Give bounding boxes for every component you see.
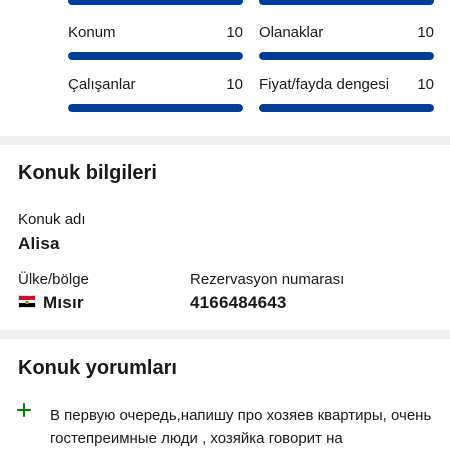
score-value: 10 bbox=[226, 76, 243, 93]
score-label: Çalışanlar bbox=[68, 76, 136, 93]
score-label: Konum bbox=[68, 24, 116, 41]
guest-reviews-title: Konuk yorumları bbox=[18, 357, 177, 379]
egypt-flag-icon bbox=[18, 295, 36, 308]
score-bar bbox=[259, 104, 434, 112]
reservation-label: Rezervasyon numarası bbox=[190, 271, 345, 288]
score-location: Konum 10 bbox=[68, 24, 243, 60]
score-facilities: Olanaklar 10 bbox=[259, 24, 434, 60]
score-bar-top-left bbox=[68, 0, 243, 5]
country-label: Ülke/bölge bbox=[18, 271, 89, 288]
score-value-for-money: Fiyat/fayda dengesi 10 bbox=[259, 76, 434, 112]
review-scores: Konum 10 Olanaklar 10 Çalışanlar 10 Fiya… bbox=[0, 0, 450, 136]
score-label: Olanaklar bbox=[259, 24, 324, 41]
score-value: 10 bbox=[417, 24, 434, 41]
plus-icon bbox=[16, 402, 32, 418]
score-bar bbox=[68, 52, 243, 60]
reservation-number: 4166484643 bbox=[190, 293, 287, 312]
score-bar bbox=[68, 104, 243, 112]
score-bar-fill bbox=[259, 52, 434, 60]
score-value: 10 bbox=[417, 76, 434, 93]
guest-name-label: Konuk adı bbox=[18, 211, 86, 228]
score-bar-fill bbox=[68, 104, 243, 112]
score-value: 10 bbox=[226, 24, 243, 41]
score-bar bbox=[259, 52, 434, 60]
section-divider bbox=[0, 136, 450, 145]
score-bar-fill bbox=[68, 52, 243, 60]
guest-name-value: Alisa bbox=[18, 234, 60, 253]
positive-review-text: В первую очередь,напишу про хозяев кварт… bbox=[50, 407, 432, 447]
guest-info-title: Konuk bilgileri bbox=[18, 162, 157, 184]
score-label: Fiyat/fayda dengesi bbox=[259, 76, 390, 93]
score-bar-fill bbox=[259, 104, 434, 112]
country-value: Mısır bbox=[43, 293, 84, 312]
score-staff: Çalışanlar 10 bbox=[68, 76, 243, 112]
score-bar-top-right bbox=[259, 0, 434, 5]
section-divider bbox=[0, 330, 450, 339]
